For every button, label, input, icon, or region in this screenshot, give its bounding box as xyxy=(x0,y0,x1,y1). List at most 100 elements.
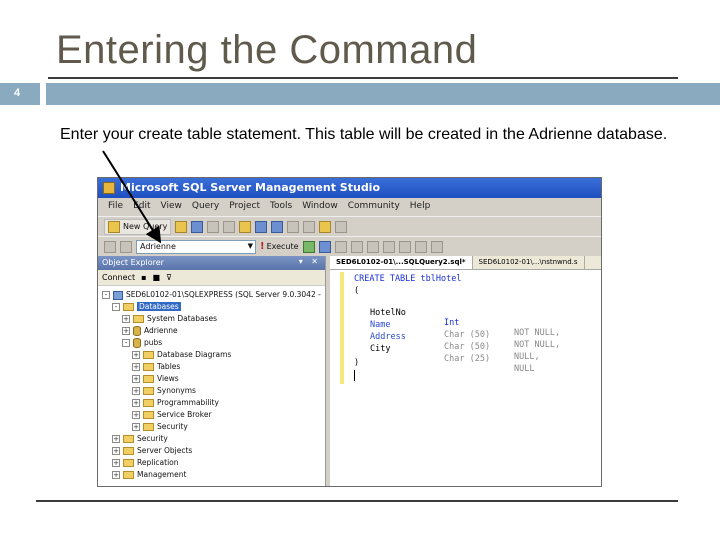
execute-button[interactable]: ! Execute xyxy=(260,241,299,252)
tree-node[interactable]: + Synonyms xyxy=(98,385,325,397)
collapse-icon[interactable]: - xyxy=(122,339,130,347)
tree-node[interactable]: + Programmability xyxy=(98,397,325,409)
menu-query[interactable]: Query xyxy=(192,201,219,216)
folder-icon xyxy=(143,399,154,407)
tab-sqlquery2[interactable]: SED6L0102-01\...SQLQuery2.sql* xyxy=(330,256,473,269)
tree-node-label: Database Diagrams xyxy=(157,350,232,359)
expand-icon[interactable]: + xyxy=(132,375,140,383)
expand-icon[interactable]: + xyxy=(132,399,140,407)
connect-dropdown[interactable]: Connect xyxy=(102,273,135,282)
tree-node[interactable]: - SED6L0102-01\SQLEXPRESS (SQL Server 9.0… xyxy=(98,289,325,301)
menu-window[interactable]: Window xyxy=(302,201,338,216)
execute-icon: ! xyxy=(260,241,265,252)
tree-node[interactable]: + Security xyxy=(98,433,325,445)
folder-icon xyxy=(143,375,154,383)
uncomment-icon[interactable] xyxy=(414,240,427,253)
expand-icon[interactable]: + xyxy=(132,363,140,371)
tree-node[interactable]: + Management xyxy=(98,469,325,481)
folder-icon xyxy=(143,363,154,371)
menu-file[interactable]: File xyxy=(108,201,123,216)
tree-node[interactable]: + Replication xyxy=(98,457,325,469)
stop-icon[interactable]: ■ xyxy=(153,273,161,282)
new-query-label: New Query xyxy=(123,222,168,231)
expand-icon[interactable]: + xyxy=(132,351,140,359)
connect-icon[interactable] xyxy=(104,240,116,253)
collapse-icon[interactable]: - xyxy=(112,303,120,311)
properties-icon[interactable] xyxy=(335,220,348,233)
tree-node[interactable]: + System Databases xyxy=(98,313,325,325)
folder-icon xyxy=(123,435,134,443)
menu-project[interactable]: Project xyxy=(229,201,260,216)
folder-icon xyxy=(123,447,134,455)
menu-edit[interactable]: Edit xyxy=(133,201,150,216)
change-connection-icon[interactable] xyxy=(120,240,132,253)
new-query-button[interactable]: New Query xyxy=(104,218,172,235)
tree-node[interactable]: + Database Diagrams xyxy=(98,349,325,361)
mdx-query-icon[interactable] xyxy=(207,220,220,233)
server-icon xyxy=(113,290,123,300)
window-titlebar[interactable]: Microsoft SQL Server Management Studio xyxy=(98,178,601,198)
expand-icon[interactable]: + xyxy=(112,447,120,455)
bottom-rule xyxy=(36,500,678,502)
tree-node[interactable]: + Adrienne xyxy=(98,325,325,337)
menu-help[interactable]: Help xyxy=(410,201,431,216)
folder-icon xyxy=(143,387,154,395)
db-engine-query-icon[interactable] xyxy=(175,220,188,233)
expand-icon[interactable]: + xyxy=(112,435,120,443)
tree-node[interactable]: - Databases xyxy=(98,301,325,313)
code-row: HotelNo Int NOT NULL, xyxy=(370,298,601,338)
pane-controls-icon[interactable]: ▾ ✕ xyxy=(299,257,321,266)
save-all-icon[interactable] xyxy=(271,220,284,233)
expand-icon[interactable]: + xyxy=(132,411,140,419)
tree-node[interactable]: + Server Objects xyxy=(98,445,325,457)
folder-icon xyxy=(143,351,154,359)
results-to-text-icon[interactable] xyxy=(350,240,363,253)
tree-node[interactable]: + Views xyxy=(98,373,325,385)
filter-icon[interactable]: ⊽ xyxy=(166,273,172,282)
tree-node-label: Programmability xyxy=(157,398,219,407)
results-to-grid-icon[interactable] xyxy=(366,240,379,253)
tree-node[interactable]: - pubs xyxy=(98,337,325,349)
template-explorer-icon[interactable] xyxy=(319,220,332,233)
tree-node[interactable]: + Service Broker xyxy=(98,409,325,421)
results-to-file-icon[interactable] xyxy=(382,240,395,253)
tree-node-label: Security xyxy=(157,422,188,431)
menu-view[interactable]: View xyxy=(161,201,182,216)
menu-community[interactable]: Community xyxy=(348,201,400,216)
sql-editor[interactable]: CREATE TABLE tblHotel ( HotelNo Int NOT … xyxy=(330,272,601,486)
expand-icon[interactable]: + xyxy=(112,459,120,467)
expand-icon[interactable]: + xyxy=(122,315,130,323)
expand-icon[interactable]: + xyxy=(122,327,130,335)
indent-icon[interactable] xyxy=(430,240,443,253)
expand-icon[interactable]: + xyxy=(112,471,120,479)
tab-nstnwnd[interactable]: SED6L0102-01\...\nstnwnd.s xyxy=(473,256,585,269)
slide-title: Entering the Command xyxy=(56,28,478,72)
save-icon[interactable] xyxy=(255,220,268,233)
object-explorer-icon[interactable] xyxy=(303,220,316,233)
parse-check-icon[interactable] xyxy=(302,240,315,253)
available-databases-select[interactable]: Adrienne ▼ xyxy=(136,239,256,254)
tree-node[interactable]: + Security xyxy=(98,421,325,433)
registered-servers-icon[interactable] xyxy=(287,220,300,233)
workspace: Object Explorer ▾ ✕ Connect ▪ ■ ⊽ - SED6L… xyxy=(98,256,601,486)
query-editor-pane: SED6L0102-01\...SQLQuery2.sql* SED6L0102… xyxy=(330,256,601,486)
collapse-icon[interactable]: - xyxy=(102,291,110,299)
disconnect-icon[interactable]: ▪ xyxy=(141,273,146,282)
menu-tools[interactable]: Tools xyxy=(270,201,292,216)
comment-icon[interactable] xyxy=(398,240,411,253)
open-file-icon[interactable] xyxy=(239,220,252,233)
menu-bar: File Edit View Query Project Tools Windo… xyxy=(98,198,601,216)
tree-node-label: Tables xyxy=(157,362,181,371)
header-accent-bar xyxy=(46,83,720,105)
tree-node[interactable]: + Tables xyxy=(98,361,325,373)
folder-icon xyxy=(123,459,134,467)
column-constraint: NULL, xyxy=(514,352,540,362)
sql-editor-toolbar: Adrienne ▼ ! Execute xyxy=(98,236,601,256)
expand-icon[interactable]: + xyxy=(132,387,140,395)
slide-body-text: Enter your create table statement. This … xyxy=(60,126,668,143)
expand-icon[interactable]: + xyxy=(132,423,140,431)
dmx-query-icon[interactable] xyxy=(223,220,236,233)
display-plan-icon[interactable] xyxy=(318,240,331,253)
query-designer-icon[interactable] xyxy=(334,240,347,253)
analysis-query-icon[interactable] xyxy=(191,220,204,233)
